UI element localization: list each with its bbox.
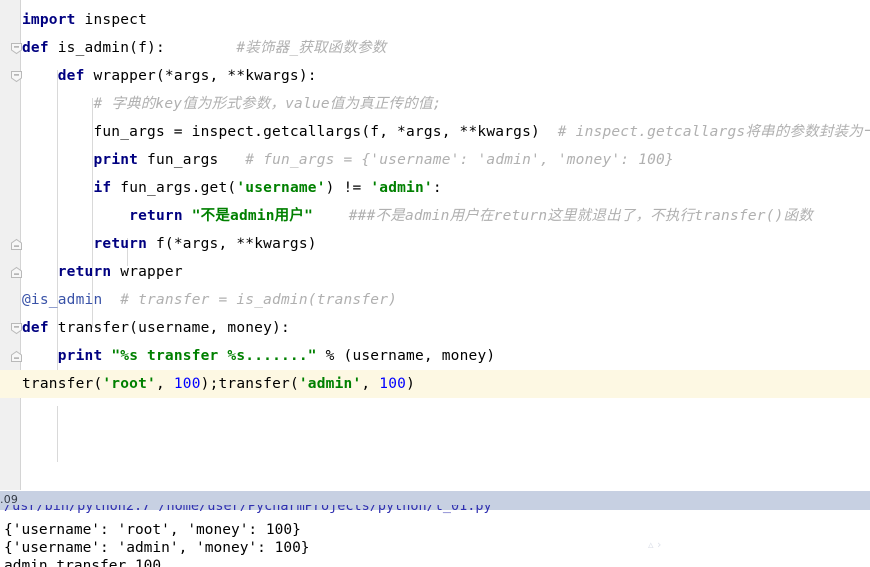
code-token: #装饰器_获取函数参数 — [236, 40, 386, 56]
code-token — [22, 68, 58, 84]
code-token: , — [156, 376, 174, 392]
code-token: % (username, money) — [317, 348, 496, 364]
code-line[interactable]: return wrapper — [0, 258, 870, 286]
code-token: fun_args.get( — [111, 180, 236, 196]
code-line-text: def is_admin(f): #装饰器_获取函数参数 — [22, 34, 387, 62]
code-line-text: import inspect — [22, 6, 147, 34]
code-token: print — [58, 348, 103, 364]
console-command-text: /usr/bin/python2.7 /home/user/PycharmPro… — [4, 505, 492, 513]
code-line-text: print fun_args # fun_args = {'username':… — [22, 146, 674, 174]
code-line-text: print "%s transfer %s......." % (usernam… — [22, 342, 495, 370]
code-token: ) != — [326, 180, 371, 196]
fold-end-icon[interactable] — [10, 350, 23, 363]
code-line-text: # 字典的key值为形式参数，value值为真正传的值; — [22, 90, 442, 118]
python-ide-window: import inspectdef is_admin(f): #装饰器_获取函数… — [0, 0, 870, 567]
code-token: if — [93, 180, 111, 196]
code-line[interactable]: import inspect — [0, 6, 870, 34]
code-line-text: @is_admin # transfer = is_admin(transfer… — [22, 286, 397, 314]
console-output-line: {'username': 'admin', 'money': 100} — [4, 539, 310, 557]
code-line-text: def wrapper(*args, **kwargs): — [22, 62, 317, 90]
code-token: 'root' — [102, 376, 156, 392]
code-token: 'admin' — [299, 376, 362, 392]
code-token: transfer(username, money): — [49, 320, 290, 336]
code-token: def — [22, 40, 49, 56]
code-line-text: return f(*args, **kwargs) — [22, 230, 317, 258]
code-line[interactable]: def is_admin(f): #装饰器_获取函数参数 — [0, 34, 870, 62]
code-token: return — [58, 264, 112, 280]
code-token: ) — [406, 376, 415, 392]
code-line[interactable]: def transfer(username, money): — [0, 314, 870, 342]
code-token: print — [93, 152, 138, 168]
code-token: wrapper(*args, **kwargs): — [85, 68, 317, 84]
code-token: , — [361, 376, 379, 392]
code-token: "%s transfer %s......." — [111, 348, 316, 364]
console-output-line: {'username': 'root', 'money': 100} — [4, 521, 301, 539]
code-token: ###不是admin用户在return这里就退出了，不执行transfer()函… — [349, 208, 813, 224]
code-line[interactable]: fun_args = inspect.getcallargs(f, *args,… — [0, 118, 870, 146]
code-token — [183, 208, 192, 224]
code-line[interactable]: @is_admin # transfer = is_admin(transfer… — [0, 286, 870, 314]
code-editor[interactable]: import inspectdef is_admin(f): #装饰器_获取函数… — [0, 0, 870, 490]
code-line[interactable]: print fun_args # fun_args = {'username':… — [0, 146, 870, 174]
code-token — [22, 348, 58, 364]
code-token: # inspect.getcallargs将串的参数封装为一个字典 — [558, 124, 870, 140]
console-command-line: /usr/bin/python2.7 /home/user/PycharmPro… — [4, 505, 870, 519]
code-token: return — [129, 208, 183, 224]
code-token: 'username' — [236, 180, 325, 196]
code-token: transfer( — [22, 376, 102, 392]
code-line-text: return "不是admin用户" ###不是admin用户在return这里… — [22, 202, 813, 230]
fold-collapse-icon[interactable] — [10, 42, 23, 55]
code-line[interactable]: return f(*args, **kwargs) — [0, 230, 870, 258]
code-token — [22, 208, 129, 224]
fold-collapse-icon[interactable] — [10, 322, 23, 335]
code-token: "不是admin用户" — [192, 208, 313, 224]
code-token: # 字典的key值为形式参数，value值为真正传的值; — [93, 96, 441, 112]
code-line[interactable]: if fun_args.get('username') != 'admin': — [0, 174, 870, 202]
code-token: fun_args — [138, 152, 245, 168]
code-token — [22, 236, 93, 252]
code-line[interactable]: def wrapper(*args, **kwargs): — [0, 62, 870, 90]
console-output-line: admin transfer 100....... — [4, 557, 222, 567]
code-token: return — [93, 236, 147, 252]
code-token: # fun_args = {'username': 'admin', 'mone… — [245, 152, 674, 168]
code-token: 'admin' — [370, 180, 433, 196]
fold-collapse-icon[interactable] — [10, 70, 23, 83]
code-token: 100 — [379, 376, 406, 392]
code-token: 100 — [174, 376, 201, 392]
code-line[interactable]: return "不是admin用户" ###不是admin用户在return这里… — [0, 202, 870, 230]
code-token: def — [22, 320, 49, 336]
code-token: # transfer = is_admin(transfer) — [120, 292, 397, 308]
code-line[interactable]: transfer('root', 100);transfer('admin', … — [0, 370, 870, 398]
code-token: : — [433, 180, 442, 196]
code-token — [22, 180, 93, 196]
code-token — [22, 152, 93, 168]
code-token: @is_admin — [22, 292, 102, 308]
code-line-text: if fun_args.get('username') != 'admin': — [22, 174, 442, 202]
code-line-text: fun_args = inspect.getcallargs(f, *args,… — [22, 118, 870, 146]
code-line-text: return wrapper — [22, 258, 183, 286]
code-token — [313, 208, 349, 224]
code-token: );transfer( — [201, 376, 299, 392]
code-line-text: def transfer(username, money): — [22, 314, 290, 342]
fold-end-icon[interactable] — [10, 266, 23, 279]
code-token: f(*args, **kwargs) — [147, 236, 317, 252]
code-token: is_admin(f): — [49, 40, 237, 56]
code-line[interactable]: print "%s transfer %s......." % (usernam… — [0, 342, 870, 370]
fold-end-icon[interactable] — [10, 238, 23, 251]
console-watermark: ▵ › — [648, 538, 678, 552]
code-token — [22, 264, 58, 280]
code-token: fun_args = inspect.getcallargs(f, *args,… — [22, 124, 558, 140]
run-console-panel[interactable]: .09 /usr/bin/python2.7 /home/user/Pychar… — [0, 490, 870, 567]
code-token: import — [22, 12, 76, 28]
code-lines[interactable]: import inspectdef is_admin(f): #装饰器_获取函数… — [0, 0, 870, 490]
code-token: def — [58, 68, 85, 84]
code-token — [102, 348, 111, 364]
code-token: wrapper — [111, 264, 182, 280]
code-line[interactable]: # 字典的key值为形式参数，value值为真正传的值; — [0, 90, 870, 118]
code-token: inspect — [76, 12, 147, 28]
code-token — [102, 292, 120, 308]
code-token — [22, 96, 93, 112]
code-line-text: transfer('root', 100);transfer('admin', … — [22, 370, 415, 398]
